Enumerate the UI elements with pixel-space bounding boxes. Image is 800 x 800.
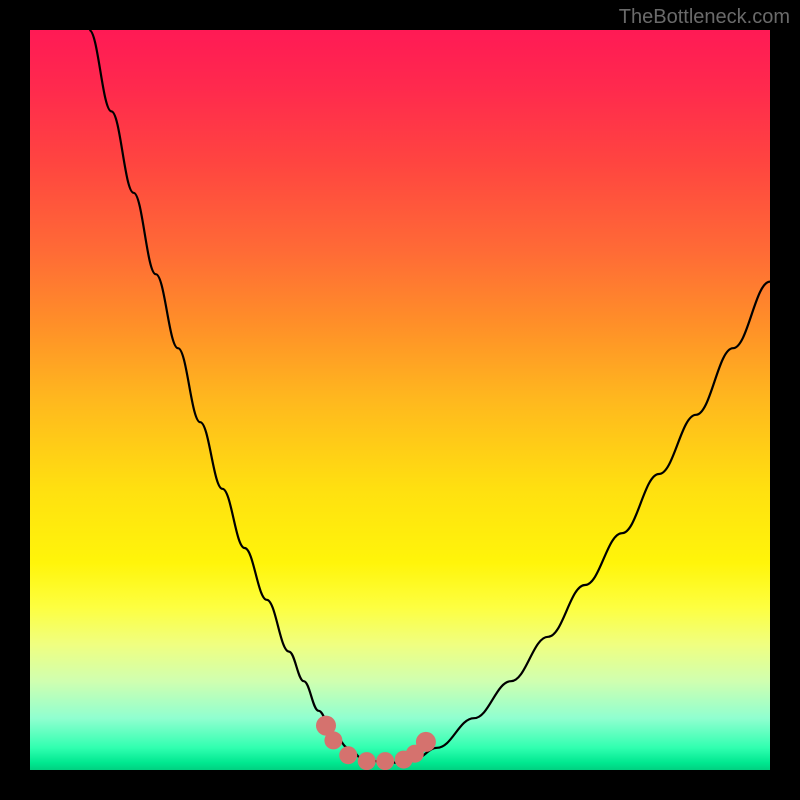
bottleneck-curve-svg [30,30,770,770]
curve-marker [339,746,357,764]
curve-marker [416,732,436,752]
bottleneck-curve-line [89,30,770,763]
curve-marker [324,731,342,749]
chart-plot-area [30,30,770,770]
watermark-text: TheBottleneck.com [619,6,790,29]
curve-marker [376,752,394,770]
curve-marker [358,752,376,770]
